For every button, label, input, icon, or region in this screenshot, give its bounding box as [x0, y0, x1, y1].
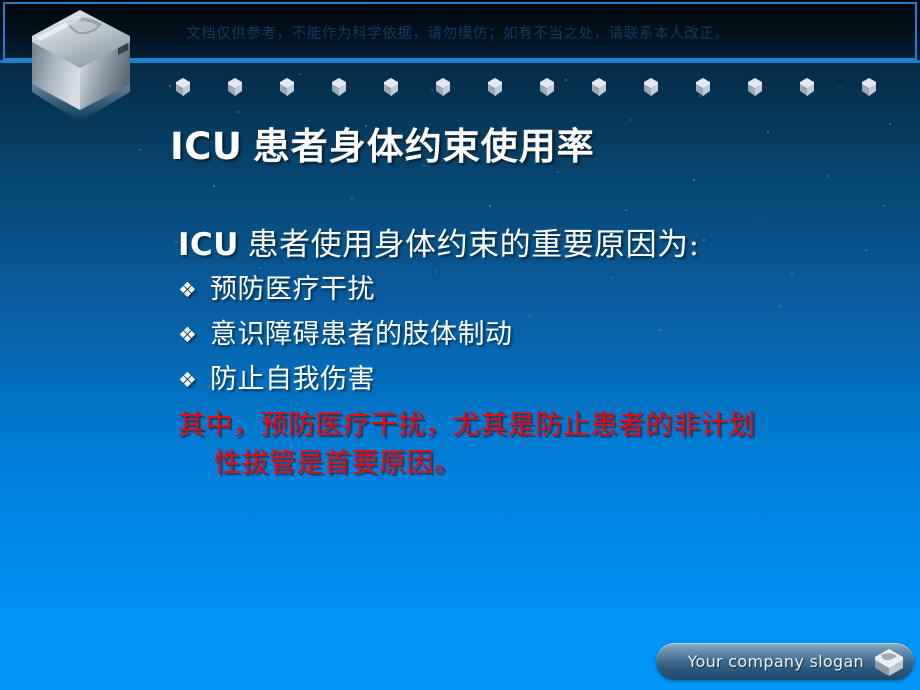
mini-cube-icon [176, 78, 190, 96]
mini-cube-icon [228, 78, 242, 96]
mini-cube-icon [748, 78, 762, 96]
body-subtitle-latin: ICU [178, 227, 239, 263]
mini-cube-icon [332, 78, 346, 96]
slide-title-latin: ICU [170, 125, 243, 168]
company-slogan-label: Your company slogan [687, 652, 864, 671]
bullet-item-label: 意识障碍患者的肢体制动 [210, 319, 513, 350]
diamond-bullet-icon: ❖ [178, 368, 197, 392]
company-slogan-button[interactable]: Your company slogan [656, 643, 914, 680]
body-subtitle: ICU 患者使用身体约束的重要原因为: [178, 224, 878, 266]
bullet-item-label: 预防医疗干扰 [210, 274, 375, 305]
bullet-item-label: 防止自我伤害 [210, 364, 375, 395]
diamond-bullet-icon: ❖ [178, 323, 197, 347]
slide-body: ICU 患者使用身体约束的重要原因为: ❖ 预防医疗干扰 ❖ 意识障碍患者的肢体… [178, 224, 878, 483]
chrome-cube-small-icon [875, 648, 903, 676]
mini-cube-icon [488, 78, 502, 96]
presentation-slide: 文档仅供参考，不能作为科学依据，请勿模仿；如有不当之处，请联系本人改正。 ICU… [0, 0, 920, 690]
mini-cube-icon [540, 78, 554, 96]
mini-cube-icon [280, 78, 294, 96]
body-subtitle-han: 患者使用身体约束的重要原因为: [247, 227, 700, 263]
mini-cube-icon [384, 78, 398, 96]
chrome-cube-logo [32, 10, 130, 122]
mini-cube-decoration-row [0, 76, 920, 102]
slide-title: ICU 患者身体约束使用率 [170, 124, 595, 170]
mini-cube-icon [696, 78, 710, 96]
disclaimer-text: 文档仅供参考，不能作为科学依据，请勿模仿；如有不当之处，请联系本人改正。 [186, 26, 730, 42]
bullet-item: ❖ 防止自我伤害 [178, 360, 878, 405]
diamond-bullet-icon: ❖ [178, 278, 197, 302]
bullet-item: ❖ 预防医疗干扰 [178, 270, 878, 315]
mini-cube-icon [436, 78, 450, 96]
emphasis-line-1: 其中，预防医疗干扰，尤其是防止患者的非计划 [178, 410, 756, 441]
mini-cube-icon [800, 78, 814, 96]
mini-cube-icon [862, 78, 876, 96]
emphasis-line-2: 性拔管是首要原因。 [214, 448, 462, 479]
mini-cube-icon [644, 78, 658, 96]
emphasis-conclusion-text: 其中，预防医疗干扰，尤其是防止患者的非计划 性拔管是首要原因。 [178, 407, 858, 483]
mini-cube-icon [592, 78, 606, 96]
slide-title-han: 患者身体约束使用率 [252, 125, 595, 168]
bullet-item: ❖ 意识障碍患者的肢体制动 [178, 315, 878, 360]
